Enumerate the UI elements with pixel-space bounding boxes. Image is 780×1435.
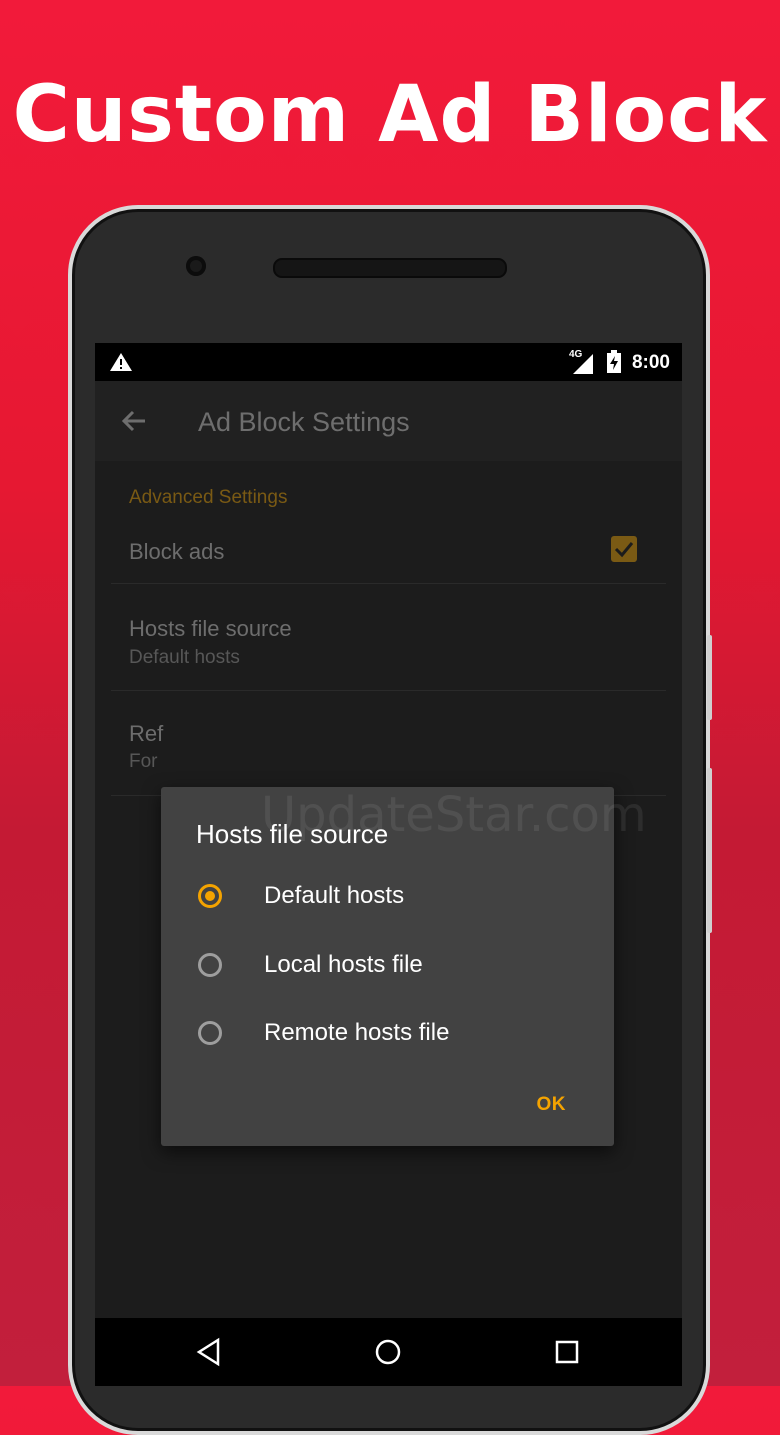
status-bar: 4G 8:00 [95,343,682,381]
radio-selected-icon[interactable] [198,884,222,908]
option-local-hosts[interactable]: Local hosts file [161,936,614,998]
hosts-source-summary: Default hosts [129,647,240,668]
block-ads-checkbox[interactable] [611,536,637,562]
option-remote-hosts[interactable]: Remote hosts file [161,1004,614,1066]
checkmark-icon [614,542,634,558]
navigation-bar [95,1318,682,1386]
front-camera [186,256,206,276]
warning-icon [110,353,132,371]
earpiece-speaker [273,258,507,278]
phone-side-button [707,768,712,933]
option-label: Local hosts file [264,951,423,978]
ok-button[interactable]: OK [537,1094,567,1116]
watermark: UpdateStar.com [261,787,647,843]
headline: Custom Ad Block [12,70,768,160]
divider [111,583,666,584]
radio-unselected-icon[interactable] [198,1021,222,1045]
back-arrow-icon[interactable] [119,406,149,436]
settings-list: Advanced Settings Block ads Hosts file s… [95,461,682,1321]
status-time: 8:00 [631,352,670,373]
option-label: Default hosts [264,882,405,909]
block-ads-title: Block ads [129,539,225,564]
phone-side-button [707,635,712,720]
nav-back-icon[interactable] [194,1337,224,1367]
section-header: Advanced Settings [129,487,288,508]
page-title: Ad Block Settings [198,407,410,437]
option-default-hosts[interactable]: Default hosts [161,867,614,929]
app-bar: Ad Block Settings [95,381,682,461]
refresh-title: Ref [129,721,164,746]
option-label: Remote hosts file [264,1019,450,1046]
nav-home-icon[interactable] [373,1337,403,1367]
radio-unselected-icon[interactable] [198,953,222,977]
divider [111,690,666,691]
hosts-source-dialog: Hosts file source Default hosts Local ho… [161,787,647,1146]
refresh-summary: For [129,751,158,772]
phone-screen: 4G 8:00 Ad Block Settings Advanced Setti… [95,343,682,1386]
hosts-source-title: Hosts file source [129,616,292,641]
signal-icon [573,354,593,374]
nav-recents-icon[interactable] [552,1337,582,1367]
battery-charging-icon [607,350,621,373]
